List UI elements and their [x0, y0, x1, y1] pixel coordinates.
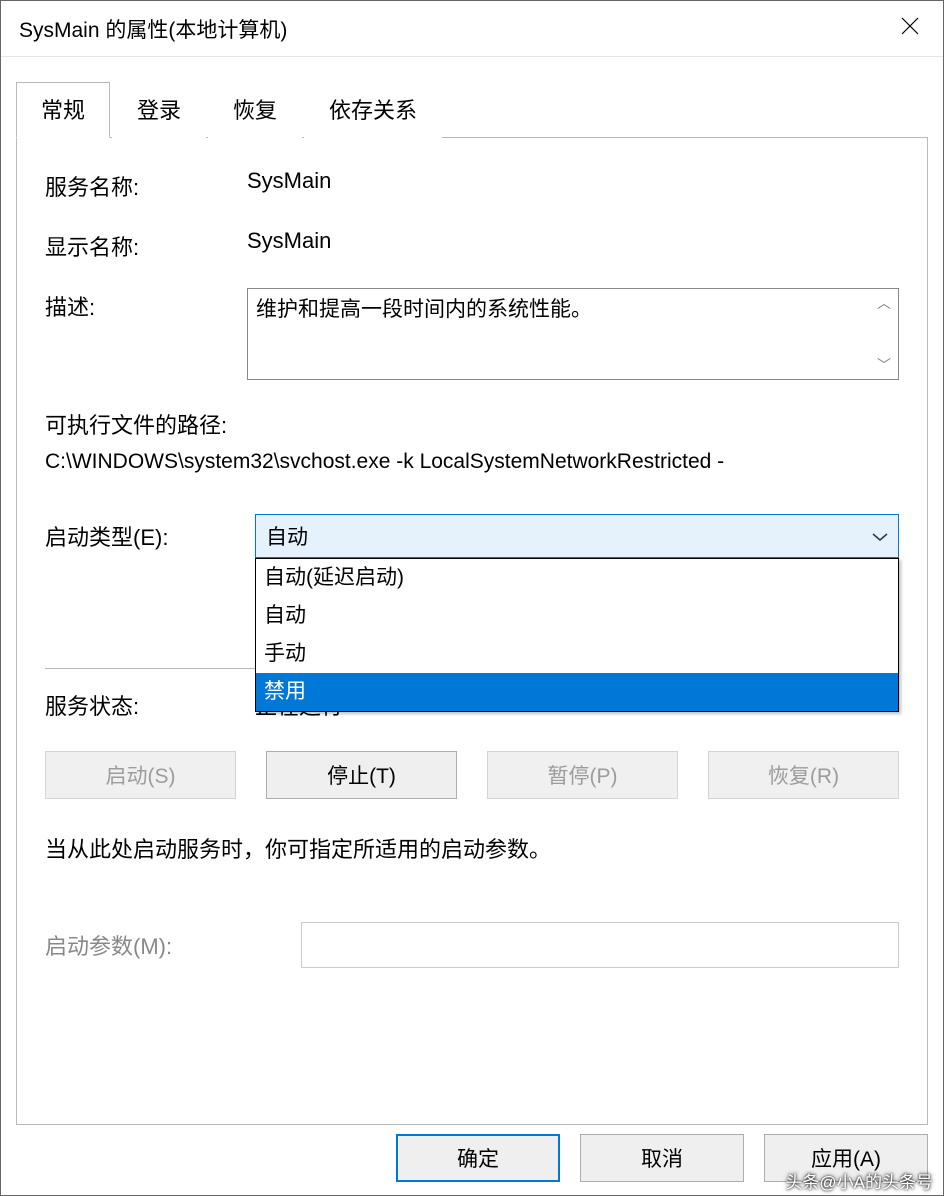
description-text: 维护和提高一段时间内的系统性能。: [256, 298, 592, 321]
value-exe-path: C:\WINDOWS\system32\svchost.exe -k Local…: [45, 450, 899, 474]
value-display-name: SysMain: [247, 228, 899, 254]
option-manual[interactable]: 手动: [256, 635, 898, 673]
label-display-name: 显示名称:: [45, 228, 247, 262]
row-display-name: 显示名称: SysMain: [45, 228, 899, 262]
start-params-note: 当从此处启动服务时，你可指定所适用的启动参数。: [45, 835, 899, 866]
dialog-footer: 确定 取消 应用(A): [1, 1125, 943, 1195]
stop-button[interactable]: 停止(T): [266, 751, 457, 799]
start-button: 启动(S): [45, 751, 236, 799]
option-disabled[interactable]: 禁用: [256, 673, 898, 711]
row-service-name: 服务名称: SysMain: [45, 168, 899, 202]
properties-dialog: SysMain 的属性(本地计算机) 常规 登录 恢复 依存关系 服务名称: S…: [0, 0, 944, 1196]
cancel-button[interactable]: 取消: [580, 1134, 744, 1182]
start-params-input: [301, 922, 899, 968]
tab-recovery[interactable]: 恢复: [208, 82, 302, 138]
tab-dependencies[interactable]: 依存关系: [304, 82, 442, 138]
pause-button: 暂停(P): [487, 751, 678, 799]
ok-button[interactable]: 确定: [396, 1134, 560, 1182]
window-title: SysMain 的属性(本地计算机): [19, 14, 877, 44]
apply-button[interactable]: 应用(A): [764, 1134, 928, 1182]
label-start-params: 启动参数(M):: [45, 929, 301, 961]
chevron-down-icon: [872, 524, 888, 548]
startup-type-options: 自动(延迟启动) 自动 手动 禁用: [255, 558, 899, 712]
tab-content-general: 服务名称: SysMain 显示名称: SysMain 描述: 维护和提高一段时…: [16, 138, 928, 1125]
close-button[interactable]: [877, 1, 943, 57]
label-service-name: 服务名称:: [45, 168, 247, 202]
option-auto-delayed[interactable]: 自动(延迟启动): [256, 559, 898, 597]
label-service-status: 服务状态:: [45, 689, 255, 721]
scroll-down-icon: ﹀: [877, 355, 891, 375]
startup-type-dropdown[interactable]: 自动: [255, 514, 899, 558]
description-scrollbar[interactable]: ︿ ﹀: [870, 289, 898, 379]
description-box: 维护和提高一段时间内的系统性能。 ︿ ﹀: [247, 288, 899, 380]
value-service-name: SysMain: [247, 168, 899, 194]
row-description: 描述: 维护和提高一段时间内的系统性能。 ︿ ﹀: [45, 288, 899, 380]
row-startup-type: 启动类型(E): 自动 自动(延迟启动) 自动 手动 禁用: [45, 514, 899, 558]
option-auto[interactable]: 自动: [256, 597, 898, 635]
scroll-up-icon: ︿: [877, 293, 891, 313]
tab-strip: 常规 登录 恢复 依存关系: [16, 81, 928, 138]
tab-logon[interactable]: 登录: [112, 82, 206, 138]
service-control-buttons: 启动(S) 停止(T) 暂停(P) 恢复(R): [45, 751, 899, 799]
startup-type-selected: 自动: [266, 521, 308, 551]
tab-general[interactable]: 常规: [16, 82, 110, 138]
label-startup-type: 启动类型(E):: [45, 520, 255, 552]
titlebar: SysMain 的属性(本地计算机): [1, 1, 943, 57]
label-exe-path: 可执行文件的路径:: [45, 408, 899, 440]
close-icon: [900, 16, 920, 42]
row-start-params: 启动参数(M):: [45, 922, 899, 968]
resume-button: 恢复(R): [708, 751, 899, 799]
label-description: 描述:: [45, 288, 247, 322]
